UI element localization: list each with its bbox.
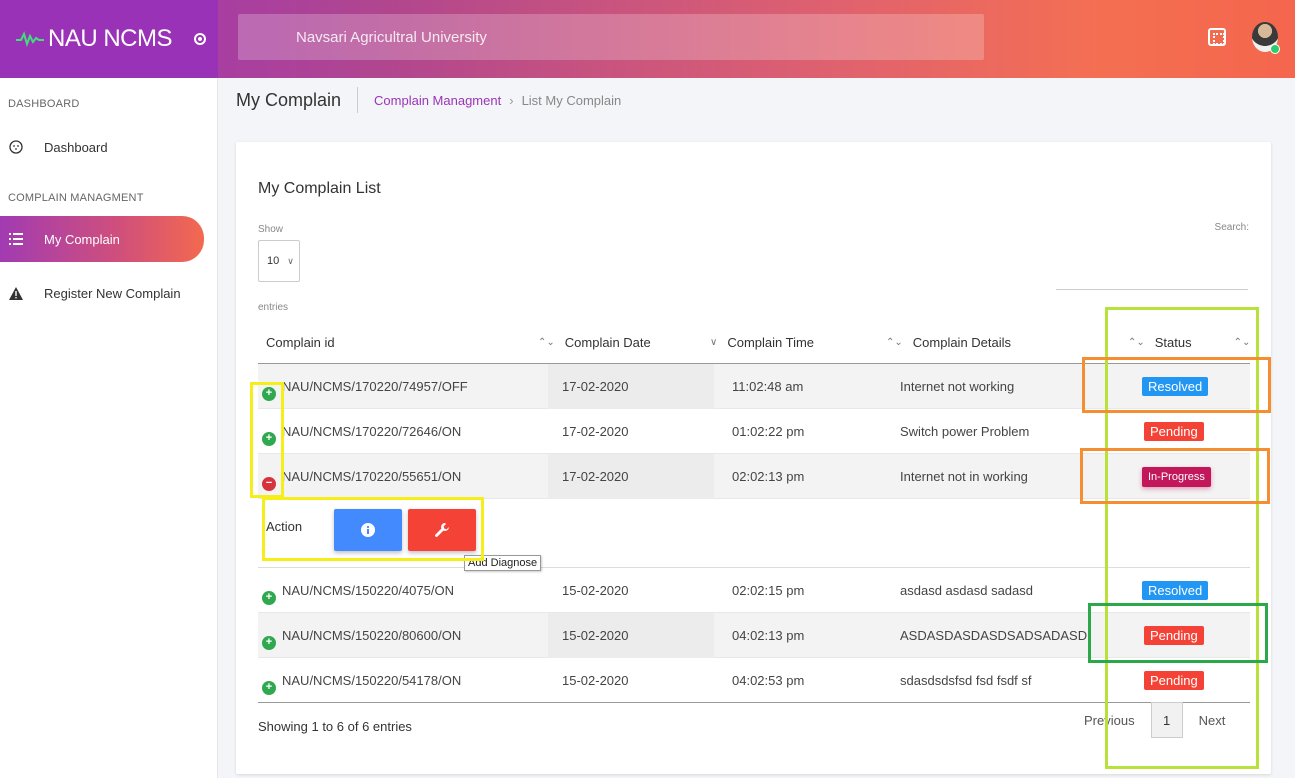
chevron-down-icon: ∨	[287, 255, 294, 266]
sort-icon: ⌃⌄	[1128, 336, 1145, 348]
status-badge: Resolved	[1142, 581, 1209, 600]
sort-icon: ⌃⌄	[538, 336, 555, 348]
previous-page-link[interactable]: Previous	[1084, 713, 1135, 728]
expand-plus-icon[interactable]: +	[262, 431, 276, 446]
sidebar-item-label: Dashboard	[44, 139, 108, 155]
length-value: 10	[267, 255, 280, 267]
page-1-button[interactable]: 1	[1150, 702, 1183, 738]
complain-table: Complain id ⌃⌄ Complain Date ∨ Complain Ti…	[258, 320, 1250, 703]
col-status[interactable]: ⌃⌄ Status ⌃⌄	[1128, 320, 1260, 364]
header-search-bar[interactable]: Navsari Agricultral University	[238, 14, 984, 60]
sidebar: DASHBOARD Dashboard COMPLAIN MANAGMENT M…	[0, 78, 218, 778]
status-badge: Pending	[1144, 626, 1204, 645]
dashboard-icon	[8, 139, 24, 155]
sort-icon: ⌃⌄	[886, 336, 903, 348]
card-title: My Complain List	[258, 180, 381, 197]
entries-length-select[interactable]: 10 ∨	[258, 240, 300, 282]
sidebar-item-register-complain[interactable]: Register New Complain	[8, 270, 204, 316]
table-row[interactable]: + NAU/NCMS/150220/54178/ON 15-02-2020 04:…	[258, 658, 1250, 703]
status-badge: Pending	[1144, 422, 1204, 441]
expand-plus-icon[interactable]: +	[262, 635, 276, 650]
expand-plus-icon[interactable]: +	[262, 590, 276, 605]
table-info: Showing 1 to 6 of 6 entries	[258, 719, 412, 734]
col-complain-date[interactable]: ⌃⌄ Complain Date	[538, 320, 651, 364]
add-diagnose-button[interactable]	[408, 509, 476, 551]
table-search-input[interactable]	[1056, 264, 1248, 290]
brand-title: NAU NCMS	[48, 25, 173, 52]
breadcrumb-link[interactable]: Complain Managment	[374, 93, 501, 108]
pagination: Previous 1 Next	[1084, 702, 1225, 738]
pulse-logo-icon	[16, 31, 44, 48]
sidebar-heading-complain: COMPLAIN MANAGMENT	[8, 192, 144, 204]
avatar[interactable]	[1252, 22, 1280, 54]
collapse-minus-icon[interactable]: −	[262, 476, 276, 491]
col-complain-id[interactable]: Complain id	[266, 320, 335, 364]
info-icon	[361, 523, 375, 537]
search-label: Search:	[1214, 222, 1249, 233]
action-label: Action	[266, 519, 303, 534]
info-button[interactable]	[334, 509, 402, 551]
expand-plus-icon[interactable]: +	[262, 680, 276, 695]
status-badge: In-Progress	[1142, 466, 1211, 487]
warning-icon	[8, 285, 24, 301]
table-row[interactable]: − NAU/NCMS/170220/55651/ON 17-02-2020 02:…	[258, 454, 1250, 499]
fullscreen-icon[interactable]	[1208, 28, 1226, 46]
sidebar-heading-dashboard: DASHBOARD	[8, 98, 80, 110]
row-action-detail: Action Add Diagnose	[258, 499, 1250, 571]
top-header: NAU NCMS Navsari Agricultral University	[0, 0, 1295, 78]
sidebar-toggle-icon[interactable]	[194, 33, 207, 45]
show-label: Show	[258, 224, 284, 235]
status-badge: Resolved	[1142, 377, 1209, 396]
status-badge: Pending	[1144, 671, 1204, 690]
table-row[interactable]: + NAU/NCMS/170220/74957/OFF 17-02-2020 11…	[258, 364, 1250, 409]
online-status-icon	[1270, 44, 1280, 54]
expand-plus-icon[interactable]: +	[262, 386, 276, 401]
wrench-icon	[435, 523, 449, 537]
col-complain-time[interactable]: ∨ Complain Time	[710, 320, 814, 364]
next-page-link[interactable]: Next	[1199, 713, 1226, 728]
table-row[interactable]: + NAU/NCMS/150220/4075/ON 15-02-2020 02:0…	[258, 568, 1250, 613]
breadcrumb-separator: ›	[509, 92, 514, 108]
table-header: Complain id ⌃⌄ Complain Date ∨ Complain Ti…	[258, 320, 1250, 364]
entries-label: entries	[258, 302, 289, 313]
sort-icon: ⌃⌄	[1233, 336, 1251, 348]
table-row[interactable]: + NAU/NCMS/150220/80600/ON 15-02-2020 04:…	[258, 613, 1250, 658]
page-title: My Complain	[236, 87, 359, 113]
breadcrumb-current: List My Complain	[521, 92, 622, 108]
col-complain-details[interactable]: ⌃⌄ Complain Details	[886, 320, 1011, 364]
brand[interactable]: NAU NCMS	[0, 0, 218, 78]
table-row[interactable]: + NAU/NCMS/170220/72646/ON 17-02-2020 01:…	[258, 409, 1250, 454]
sidebar-item-label: Register New Complain	[44, 285, 181, 301]
sidebar-item-dashboard[interactable]: Dashboard	[8, 124, 204, 170]
sort-desc-icon: ∨	[710, 336, 718, 348]
sidebar-item-label: My Complain	[44, 231, 120, 247]
breadcrumb: My Complain Complain Managment › List My…	[218, 78, 1295, 122]
list-icon	[8, 231, 24, 247]
sidebar-item-my-complain[interactable]: My Complain	[0, 216, 204, 262]
complain-list-card: My Complain List Show 10 ∨ entries Searc…	[236, 142, 1271, 774]
